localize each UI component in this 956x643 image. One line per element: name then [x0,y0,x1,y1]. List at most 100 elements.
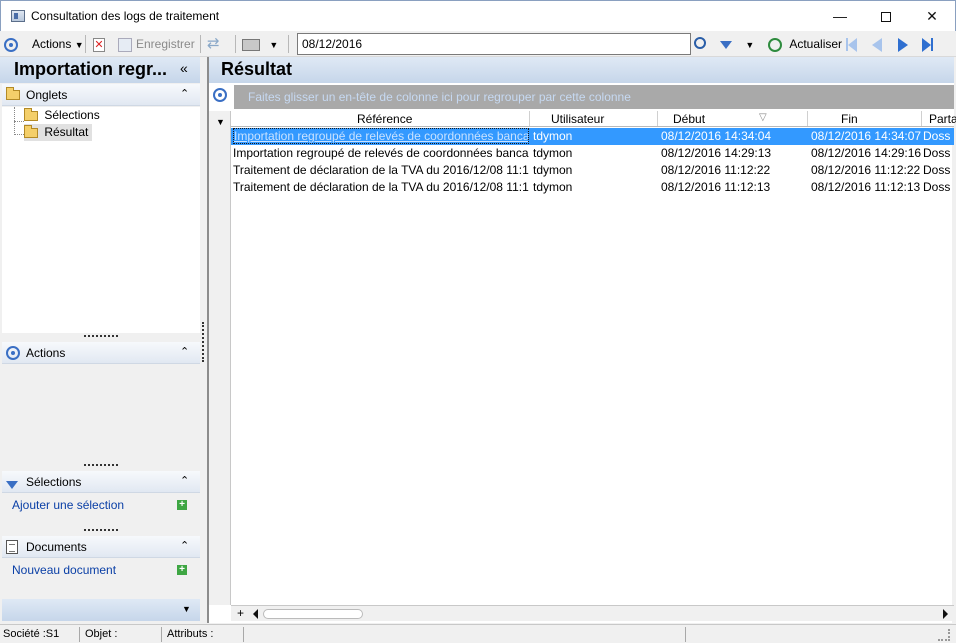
status-panel [246,627,686,642]
grid-options-icon[interactable] [213,87,227,102]
documents-section-header[interactable]: Documents ⌃ [2,536,200,558]
add-selection-link[interactable]: Ajouter une sélection [12,498,124,512]
column-header-reference[interactable]: Référence [357,112,412,126]
result-panel: Résultat Faites glisser un en-tête de co… [207,57,956,623]
refresh-button[interactable]: Actualiser [768,34,842,54]
cell-debut[interactable]: 08/12/2016 14:34:04 [661,129,771,143]
scrollbar-thumb[interactable] [263,609,363,619]
scroll-right-icon[interactable] [943,609,948,619]
onglets-section-header[interactable]: Onglets ⌃ [2,84,200,106]
result-panel-header: Résultat [209,57,954,83]
actions-icon[interactable] [4,34,18,54]
maximize-button[interactable] [863,1,909,31]
last-record-button[interactable] [922,34,933,54]
folder-icon [6,86,20,101]
left-panel: Importation regr... « Onglets ⌃ Sélectio… [0,57,204,623]
cell-debut[interactable]: 08/12/2016 11:12:13 [661,180,771,194]
cell-debut[interactable]: 08/12/2016 14:29:13 [661,146,771,160]
tree-connector [14,121,24,122]
open-folder-icon [24,124,38,138]
tree-item-selections[interactable]: Sélections [24,107,100,124]
scroll-left-icon[interactable] [253,609,258,619]
search-button[interactable] [694,34,706,54]
cell-fin[interactable]: 08/12/2016 14:34:07 [811,129,921,143]
cell-debut[interactable]: 08/12/2016 11:12:22 [661,163,771,177]
cell-utilisateur[interactable]: tdymon [533,163,653,177]
previous-record-button[interactable] [872,34,882,54]
cell-reference[interactable]: Importation regroupé de relevés de coord… [233,146,529,160]
column-header-debut[interactable]: Début [673,112,705,126]
navigation-pane-footer: ▼ [2,599,200,621]
actions-section-title: Actions [26,346,66,360]
collapse-section-icon[interactable]: ⌃ [180,345,189,358]
documents-section-body: Nouveau document + [2,559,200,599]
column-divider[interactable] [529,111,530,126]
horizontal-scrollbar[interactable]: + [231,605,954,621]
column-divider[interactable] [657,111,658,126]
collapse-section-icon[interactable]: ⌃ [180,87,189,100]
date-search-input[interactable] [297,33,691,55]
column-divider[interactable] [807,111,808,126]
save-button[interactable]: Enregistrer [118,34,195,54]
cell-utilisateur[interactable]: tdymon [533,146,653,160]
status-objet: Objet : [82,627,162,642]
cell-utilisateur[interactable]: tdymon [533,180,653,194]
dropdown-arrow-icon: ▼ [745,40,755,50]
table-row[interactable]: Importation regroupé de relevés de coord… [231,128,954,145]
cell-partage[interactable]: Doss [923,146,954,160]
add-icon[interactable]: + [177,500,187,510]
cell-reference[interactable]: Traitement de déclaration de la TVA du 2… [233,163,529,177]
cell-reference[interactable]: Traitement de déclaration de la TVA du 2… [233,180,529,194]
close-button[interactable]: ✕ [909,1,955,31]
table-row[interactable]: Importation regroupé de relevés de coord… [231,145,954,162]
cell-partage[interactable]: Doss [923,129,954,143]
cell-partage[interactable]: Doss [923,180,954,194]
collapse-section-icon[interactable]: ⌃ [180,474,189,487]
more-sections-icon[interactable]: ▼ [182,604,191,614]
folder-icon [24,107,38,121]
tree-item-resultat[interactable]: Résultat [24,124,93,141]
minimize-button[interactable]: — [817,1,863,31]
cell-partage[interactable]: Doss [923,163,954,177]
column-chooser-icon[interactable]: ▼ [216,117,225,127]
first-record-button[interactable] [846,34,857,54]
column-header-partage[interactable]: Parta [929,112,956,126]
cell-fin[interactable]: 08/12/2016 11:12:13 [811,180,921,194]
cell-reference[interactable]: Importation regroupé de relevés de coord… [233,128,529,144]
section-splitter[interactable] [84,335,118,338]
sync-button[interactable]: ⇄ [207,34,220,54]
actions-menu-label: Actions [32,37,72,51]
previous-icon [872,37,882,52]
column-header-fin[interactable]: Fin [841,112,858,126]
filter-icon [720,40,732,49]
cell-fin[interactable]: 08/12/2016 11:12:22 [811,163,921,177]
delete-button[interactable]: ✕ [93,34,105,54]
resize-grip-icon[interactable] [938,629,950,641]
add-icon[interactable]: + [177,565,187,575]
column-header-utilisateur[interactable]: Utilisateur [551,112,604,126]
add-row-icon[interactable]: + [237,606,244,620]
cell-fin[interactable]: 08/12/2016 14:29:16 [811,146,921,160]
filter-button[interactable]: ▼ [720,34,754,54]
toolbar-separator [235,35,236,53]
print-button[interactable]: ▼ [242,34,278,54]
sync-icon: ⇄ [207,35,220,52]
new-document-link[interactable]: Nouveau document [12,563,116,577]
left-panel-header: Importation regr... « [0,57,200,83]
filter-icon [6,477,18,491]
next-record-button[interactable] [898,34,908,54]
actions-section-header[interactable]: Actions ⌃ [2,342,200,364]
column-divider[interactable] [921,111,922,126]
section-splitter[interactable] [84,464,118,467]
group-by-area[interactable]: Faites glisser un en-tête de colonne ici… [234,85,954,109]
panel-splitter[interactable] [202,322,205,362]
section-splitter[interactable] [84,529,118,532]
actions-menu-button[interactable]: Actions ▼ [32,34,84,54]
table-row[interactable]: Traitement de déclaration de la TVA du 2… [231,162,954,179]
collapse-section-icon[interactable]: ⌃ [180,539,189,552]
table-row[interactable]: Traitement de déclaration de la TVA du 2… [231,179,954,196]
collapse-panel-icon[interactable]: « [180,60,188,76]
cell-utilisateur[interactable]: tdymon [533,129,653,143]
document-icon [6,539,18,554]
selections-section-header[interactable]: Sélections ⌃ [2,471,200,493]
